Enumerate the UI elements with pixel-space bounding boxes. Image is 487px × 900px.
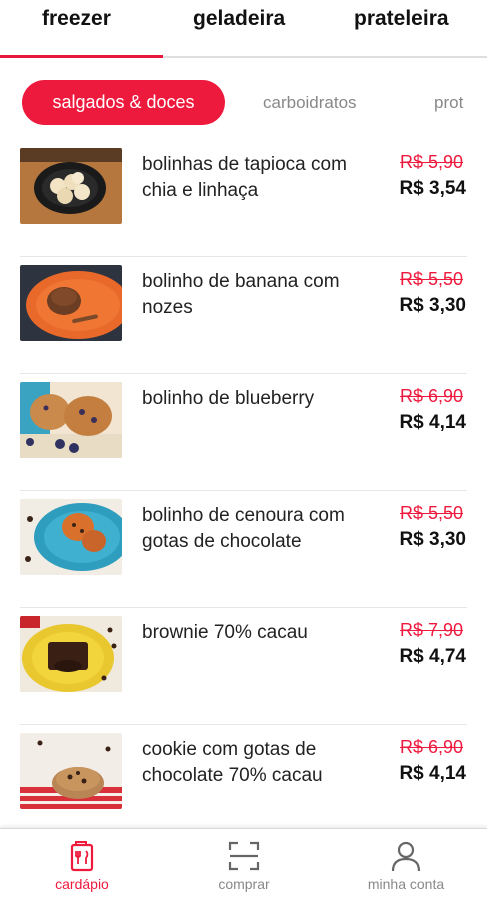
product-price: R$ 3,30 <box>399 529 466 550</box>
tab-prateleira[interactable]: prateleira <box>354 7 449 31</box>
product-image <box>20 265 122 341</box>
product-image <box>20 733 122 809</box>
nav-minha-conta[interactable]: minha conta <box>346 829 466 900</box>
product-image <box>20 382 122 458</box>
top-tab-bar: freezer geladeira prateleira <box>0 0 487 58</box>
tab-freezer[interactable]: freezer <box>42 7 111 31</box>
product-item[interactable]: brownie 70% cacau R$ 7,90 R$ 4,74 <box>0 608 487 725</box>
product-name: bolinho de blueberry <box>142 388 315 409</box>
product-name: bolinho de banana com nozes <box>142 271 340 318</box>
tab-geladeira[interactable]: geladeira <box>193 7 285 31</box>
product-list: bolinhas de tapioca com chia e linhaça R… <box>0 140 487 842</box>
category-tab-bar: salgados & doces carboidratos prot <box>0 80 487 126</box>
product-item[interactable]: bolinho de banana com nozes R$ 5,50 R$ 3… <box>0 257 487 374</box>
product-price: R$ 4,74 <box>399 646 466 667</box>
product-old-price: R$ 5,50 <box>399 269 463 289</box>
product-name: cookie com gotas de chocolate 70% cacau <box>142 739 323 786</box>
product-price: R$ 4,14 <box>399 412 466 433</box>
nav-label: comprar <box>218 876 270 892</box>
product-old-price: R$ 6,90 <box>399 737 463 757</box>
category-tab-carboidratos[interactable]: carboidratos <box>263 93 357 113</box>
product-name: bolinhas de tapioca com chia e linhaça <box>142 154 347 201</box>
bottom-navigation: cardápio comprar minha conta <box>0 828 487 900</box>
product-old-price: R$ 6,90 <box>399 386 463 406</box>
nav-comprar[interactable]: comprar <box>194 829 294 900</box>
product-name: brownie 70% cacau <box>142 622 308 643</box>
user-icon <box>391 841 421 872</box>
product-price: R$ 3,30 <box>399 295 466 316</box>
product-old-price: R$ 7,90 <box>399 620 463 640</box>
product-item[interactable]: bolinhas de tapioca com chia e linhaça R… <box>0 140 487 257</box>
product-name: bolinho de cenoura com gotas de chocolat… <box>142 505 345 552</box>
nav-label: cardápio <box>55 876 109 892</box>
category-tab-salgados-doces[interactable]: salgados & doces <box>22 80 225 125</box>
product-old-price: R$ 5,90 <box>399 152 463 172</box>
product-item[interactable]: bolinho de blueberry R$ 6,90 R$ 4,14 <box>0 374 487 491</box>
menu-card-icon <box>70 841 94 872</box>
product-old-price: R$ 5,50 <box>399 503 463 523</box>
active-tab-indicator <box>0 55 163 58</box>
product-item[interactable]: cookie com gotas de chocolate 70% cacau … <box>0 725 487 842</box>
nav-cardapio[interactable]: cardápio <box>32 829 132 900</box>
product-image <box>20 616 122 692</box>
product-price: R$ 4,14 <box>399 763 466 784</box>
category-tab-proteinas[interactable]: prot <box>434 93 463 113</box>
scan-icon <box>228 841 260 871</box>
product-image <box>20 499 122 575</box>
product-price: R$ 3,54 <box>399 178 466 199</box>
product-image <box>20 148 122 224</box>
nav-label: minha conta <box>367 876 445 892</box>
product-item[interactable]: bolinho de cenoura com gotas de chocolat… <box>0 491 487 608</box>
